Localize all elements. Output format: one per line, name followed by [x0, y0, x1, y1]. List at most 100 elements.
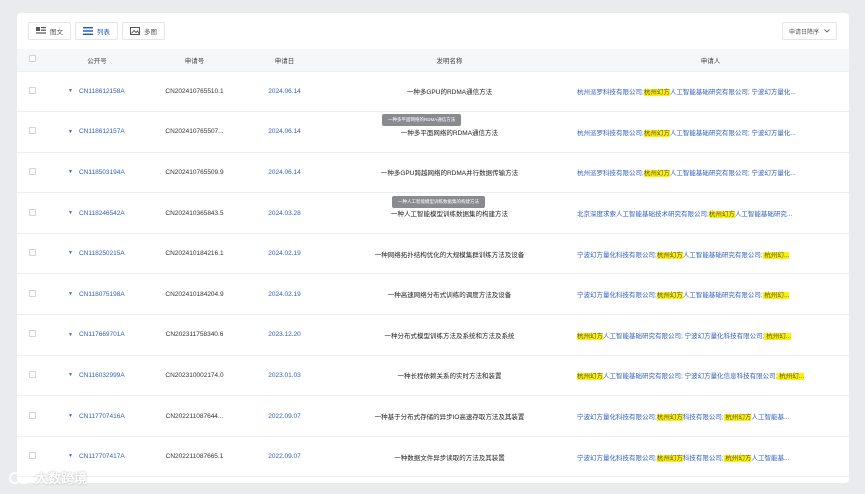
applicant-link[interactable]: 人工智能基... [751, 455, 789, 462]
applicant-link[interactable]: 人工智能基础研究有限公司; [670, 170, 750, 177]
applicant-link[interactable]: 宁波幻方量化科技有限公司; [577, 292, 657, 299]
applicant-highlight[interactable]: 杭州幻方 [708, 211, 735, 219]
pub-no-link[interactable]: CN118612158A [79, 88, 125, 95]
title-cell[interactable]: 一种数据文件异步读取的方法及其装置 [327, 436, 572, 478]
applicant-link[interactable]: 宁波幻方量化科技有限公司; [577, 414, 657, 421]
row-checkbox[interactable] [28, 86, 36, 94]
applicant-highlight[interactable]: 杭州幻方 [723, 454, 752, 462]
header-applicant[interactable]: 申请人 [572, 49, 849, 72]
select-all-checkbox[interactable] [28, 55, 36, 63]
applicant-highlight[interactable]: 杭州幻方 [656, 414, 683, 422]
table-row[interactable]: ▼ CN117707416A CN202211087644... 2022.09.07… [17, 395, 849, 437]
applicant-link[interactable]: 杭州派罗科技有限公司; [577, 89, 644, 96]
table-row[interactable]: ▼ CN117669701A CN202311758340.6 2023.12.20 一… [17, 314, 849, 356]
applicant-link[interactable]: 人工智能基础研究有限公司; [670, 130, 750, 137]
pub-no-link[interactable]: CN117669701A [79, 331, 125, 338]
applicant-link[interactable]: 宁波幻方量化科技有限公司; [577, 455, 657, 462]
expand-caret-icon[interactable]: ▼ [68, 169, 73, 175]
table-row[interactable]: ▼ CN118250215A CN202410184216.1 2024.02.19 一… [17, 233, 849, 275]
applicant-link[interactable]: 人工智能基础研究有限公司; [603, 373, 683, 380]
applicant-highlight[interactable]: 杭州幻... [777, 373, 805, 381]
applicant-highlight[interactable]: 杭州幻方 [577, 373, 603, 381]
sort-dropdown[interactable]: 申请日降序 [782, 22, 837, 40]
row-checkbox[interactable] [28, 370, 36, 378]
watermark-text: 大数跨境 [35, 471, 88, 486]
title-cell[interactable]: 一种多GPU跨越网络的RDMA并行数据传输方法 [327, 152, 572, 194]
applicant-link[interactable]: 宁波幻方量化... [750, 130, 795, 137]
title-cell[interactable]: 一种高速网络分布式训练的调度方法及设备 [327, 273, 572, 316]
applicant-link[interactable]: 宁波幻方量化科技有限公司; [683, 333, 765, 340]
row-checkbox[interactable] [28, 249, 36, 257]
pub-no-link[interactable]: CN118246542A [79, 210, 125, 217]
table-row[interactable]: ▼ CN118075198A CN202410184204.9 2024.02.19 一… [17, 273, 849, 316]
applicant-link[interactable]: 人工智能基础研究有限公司; [683, 292, 763, 299]
header-app-no[interactable]: 申请号 [147, 49, 242, 72]
applicant-link[interactable]: 人工智能基础研究有限公司; [683, 252, 763, 259]
row-checkbox[interactable] [28, 127, 36, 135]
applicant-highlight[interactable]: 杭州幻方 [656, 454, 683, 462]
header-app-date[interactable]: 申请日 [242, 49, 327, 72]
title-cell[interactable]: 一种多GPU的RDMA通信方法 [327, 71, 572, 113]
applicant-highlight[interactable]: 杭州幻方 [643, 170, 670, 178]
pub-no-link[interactable]: CN118503194A [79, 169, 125, 176]
title-cell[interactable]: 一种基于分布式存储的异步IO高速存取方法及其装置 [327, 395, 572, 437]
applicant-link[interactable]: 宁波幻方量化... [750, 89, 795, 96]
table-row[interactable]: ▼ CN118503194A CN202410765509.9 2024.06.14 一… [17, 152, 849, 194]
row-checkbox[interactable] [28, 452, 36, 460]
expand-caret-icon[interactable]: ▼ [68, 210, 73, 216]
pub-no-link[interactable]: CN118075198A [79, 291, 125, 298]
row-checkbox[interactable] [28, 208, 36, 216]
table-row[interactable]: ▼ CN118612158A CN202410765510.1 2024.06.14 一… [17, 71, 849, 113]
expand-caret-icon[interactable]: ▼ [68, 332, 73, 338]
applicant-link[interactable]: 人工智能基础研究有限公司; [603, 333, 683, 340]
applicant-highlight[interactable]: 杭州幻方 [643, 129, 670, 137]
pub-no-link[interactable]: CN117707416A [79, 413, 125, 420]
expand-caret-icon[interactable]: ▼ [68, 129, 73, 135]
expand-caret-icon[interactable]: ▼ [68, 372, 73, 378]
view-list-button[interactable]: 列表 [75, 22, 118, 40]
applicant-highlight[interactable]: 杭州幻... [762, 251, 790, 259]
applicant-highlight[interactable]: 杭州幻方 [656, 292, 683, 300]
header-title[interactable]: 发明名称 [327, 49, 572, 72]
applicant-link[interactable]: 宁波幻方量化科技有限公司; [577, 252, 657, 259]
table-row[interactable]: ▼ CN117707417A CN202211087665.1 2022.09.07 一… [17, 436, 849, 478]
expand-caret-icon[interactable]: ▼ [68, 413, 73, 419]
applicant-link[interactable]: 科技有限公司; [683, 414, 724, 421]
applicant-cell: 杭州幻方人工智能基础研究有限公司; 宁波幻方量化信息科技有限公司; 杭州幻... [572, 355, 849, 397]
applicant-link[interactable]: 宁波幻方量化... [750, 170, 795, 177]
applicant-cell: 北京深度求索人工智能基础技术研究有限公司;杭州幻方人工智能基础研究... [572, 192, 849, 234]
applicant-link[interactable]: 北京深度求索人工智能基础技术研究有限公司; [577, 211, 709, 218]
applicant-link[interactable]: 杭州派罗科技有限公司; [577, 170, 644, 177]
expand-caret-icon[interactable]: ▼ [68, 291, 73, 297]
applicant-highlight[interactable]: 杭州幻... [762, 292, 790, 300]
applicant-link[interactable]: 人工智能基... [751, 414, 789, 421]
view-image-text-button[interactable]: 图文 [28, 22, 71, 40]
applicant-highlight[interactable]: 杭州幻方 [656, 251, 683, 259]
row-checkbox[interactable] [28, 289, 36, 297]
expand-caret-icon[interactable]: ▼ [68, 453, 73, 459]
applicant-highlight[interactable]: 杭州幻方 [723, 414, 752, 422]
applicant-link[interactable]: 杭州派罗科技有限公司; [577, 130, 644, 137]
applicant-link[interactable]: 人工智能基础研究有限公司; [670, 89, 750, 96]
pub-no-link[interactable]: CN118250215A [79, 250, 125, 257]
row-checkbox[interactable] [28, 411, 36, 419]
applicant-link[interactable]: 人工智能基础研究... [735, 211, 792, 218]
applicant-link[interactable]: 宁波幻方量化信息科技有限公司; [683, 373, 778, 380]
pub-no-link[interactable]: CN117707417A [79, 453, 125, 460]
row-checkbox[interactable] [28, 167, 36, 175]
row-checkbox[interactable] [28, 330, 36, 338]
view-image-button[interactable]: 多图 [122, 22, 165, 40]
expand-caret-icon[interactable]: ▼ [68, 250, 73, 256]
title-cell[interactable]: 一种分布式模型训练方法及系统和方法及系统 [327, 314, 572, 356]
header-pub-no[interactable]: 公开号 [47, 49, 147, 72]
pub-no-link[interactable]: CN116032999A [79, 372, 125, 379]
table-row[interactable]: ▼ CN116032999A CN202310002174.0 2023.01.03 一… [17, 355, 849, 397]
applicant-highlight[interactable]: 杭州幻方 [643, 89, 670, 97]
applicant-highlight[interactable]: 杭州幻... [764, 332, 792, 340]
pub-no-link[interactable]: CN118612157A [79, 128, 125, 135]
applicant-link[interactable]: 科技有限公司; [683, 455, 724, 462]
expand-caret-icon[interactable]: ▼ [68, 88, 73, 94]
title-cell[interactable]: 一种长程依赖关系的实时方法和装置 [327, 355, 572, 397]
applicant-highlight[interactable]: 杭州幻方 [577, 332, 603, 340]
title-cell[interactable]: 一种网络拓扑结构优化的大规模集群训练方法及设备 [327, 233, 572, 275]
